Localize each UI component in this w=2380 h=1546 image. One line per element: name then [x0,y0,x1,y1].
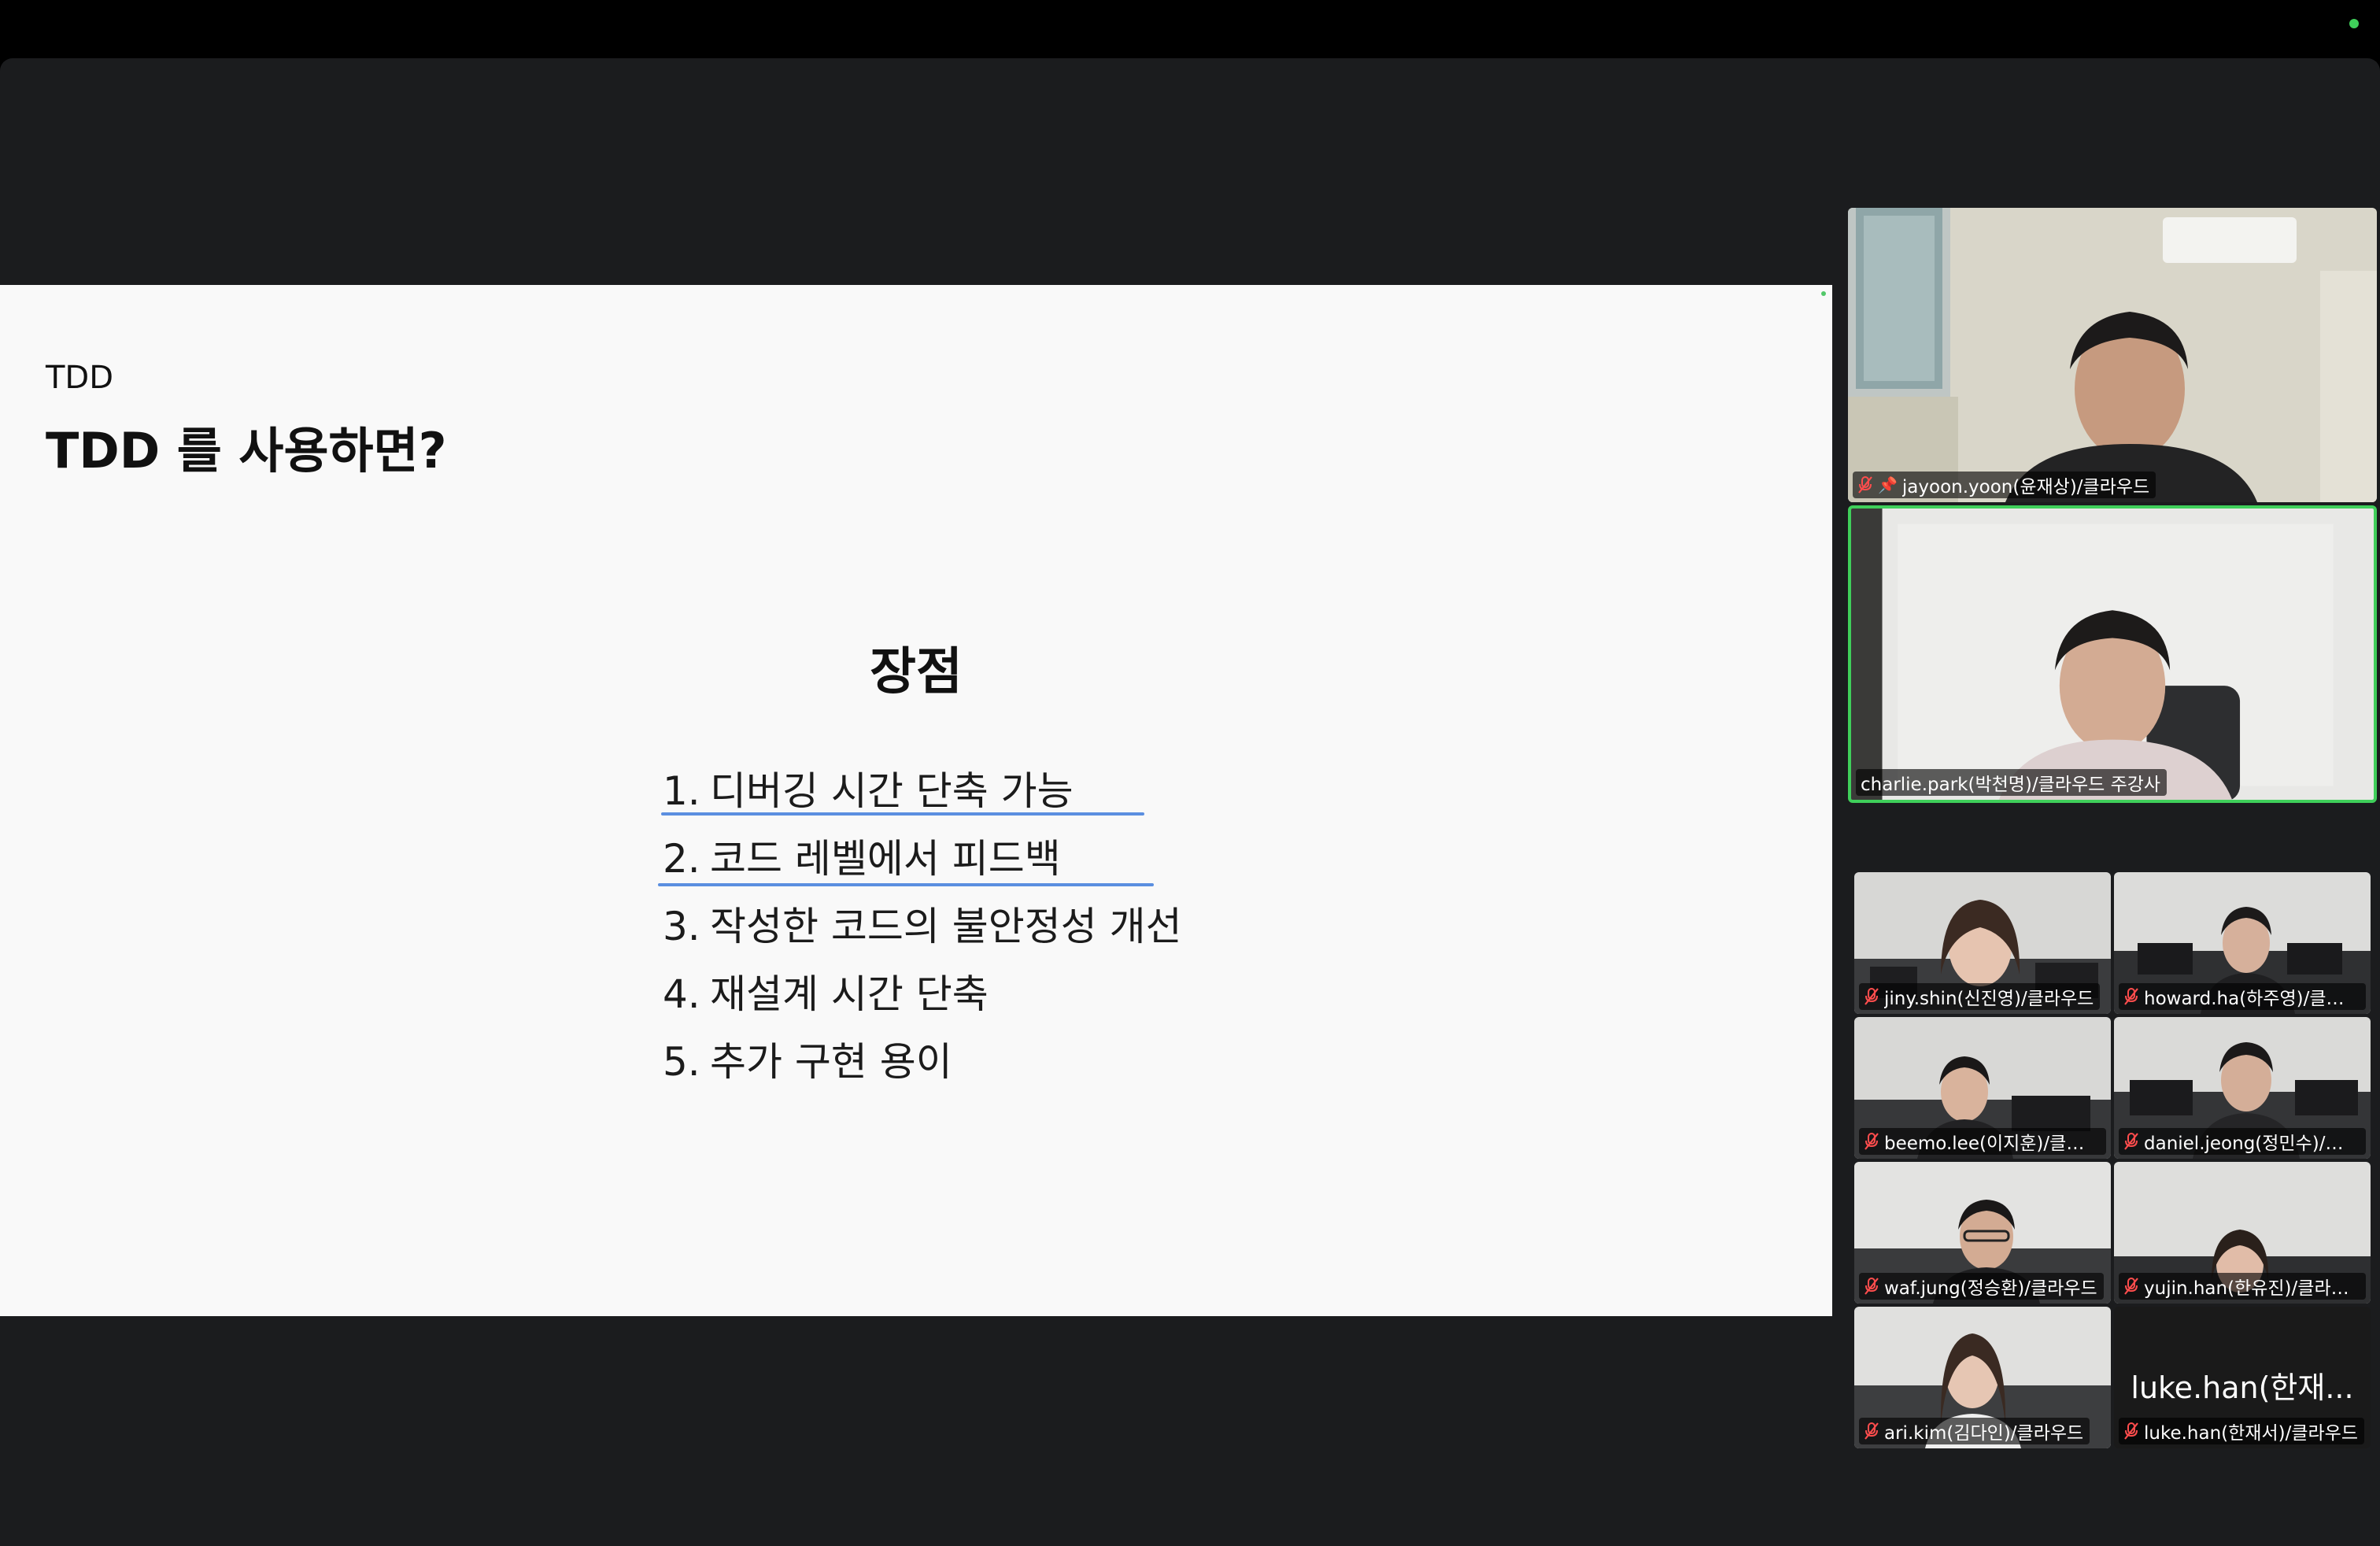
video-feed [1848,208,2377,502]
slide-heading: 장점 [870,643,963,701]
video-tile[interactable]: howard.ha(하주영)/클라우드 [2114,872,2371,1014]
participant-label: 📌 jayoon.yoon(윤재상)/클라우드 [1853,472,2156,498]
participant-label: howard.ha(하주영)/클라우드 [2119,983,2366,1010]
annotation-underline [658,883,1154,886]
participant-label: beemo.lee(이지훈)/클라우드 [1859,1128,2106,1155]
mic-muted-icon [2124,1278,2138,1295]
participant-display-name: luke.han(한재... [2131,1370,2354,1405]
video-feed [1851,509,2374,800]
video-tile[interactable]: yujin.han(한유진)/클라우드 [2114,1162,2371,1304]
participant-label: waf.jung(정승환)/클라우드 [1859,1273,2104,1300]
slide-section-label: TDD [46,360,114,396]
mic-muted-icon [1864,1133,1879,1150]
video-tile[interactable]: waf.jung(정승환)/클라우드 [1854,1162,2111,1304]
video-tile[interactable]: ari.kim(김다인)/클라우드 [1854,1307,2111,1448]
slide-list-item: 3. 작성한 코드의 불안정성 개선 [663,904,1182,949]
mic-muted-icon [2124,1422,2138,1440]
mic-muted-icon [1864,1422,1879,1440]
mic-muted-icon [1864,1278,1879,1295]
mic-muted-icon [1858,476,1872,494]
annotation-underline [661,812,1144,816]
pin-icon: 📌 [1878,475,1898,494]
slide-list-item: 4. 재설계 시간 단축 [663,971,989,1017]
participant-label: luke.han(한재서)/클라우드 [2119,1418,2364,1444]
shared-slide: TDD TDD 를 사용하면? 장점 1. 디버깅 시간 단축 가능 2. 코드 레… [0,285,1832,1316]
slide-list-item: 5. 추가 구현 용이 [663,1039,952,1085]
slide-list: 1. 디버깅 시간 단축 가능 2. 코드 레벨에서 피드백 3. 작성한 코드의 불… [663,757,1182,1096]
mic-muted-icon [1864,988,1879,1005]
mic-muted-icon [2124,988,2138,1005]
mic-muted-icon [2124,1133,2138,1150]
recording-status-dot [2349,19,2359,28]
top-bar [0,0,2380,58]
video-tile[interactable]: daniel.jeong(정민수)/클라우드 [2114,1017,2371,1159]
participant-label: jiny.shin(신진영)/클라우드 [1859,983,2101,1010]
participant-label: ari.kim(김다인)/클라우드 [1859,1418,2090,1444]
participant-label: charlie.park(박천명)/클라우드 주강사 [1856,769,2168,796]
participant-label: yujin.han(한유진)/클라우드 [2119,1273,2366,1300]
video-tile-camera-off[interactable]: luke.han(한재... luke.han(한재서)/클라우드 [2114,1307,2371,1448]
video-tile-active-speaker[interactable]: charlie.park(박천명)/클라우드 주강사 [1848,505,2377,803]
slide-indicator-dot [1821,291,1826,296]
video-tile[interactable]: beemo.lee(이지훈)/클라우드 [1854,1017,2111,1159]
video-tile-pinned[interactable]: 📌 jayoon.yoon(윤재상)/클라우드 [1848,208,2377,502]
slide-title: TDD 를 사용하면? [46,422,447,479]
participant-label: daniel.jeong(정민수)/클라우드 [2119,1128,2366,1155]
video-tile[interactable]: jiny.shin(신진영)/클라우드 [1854,872,2111,1014]
